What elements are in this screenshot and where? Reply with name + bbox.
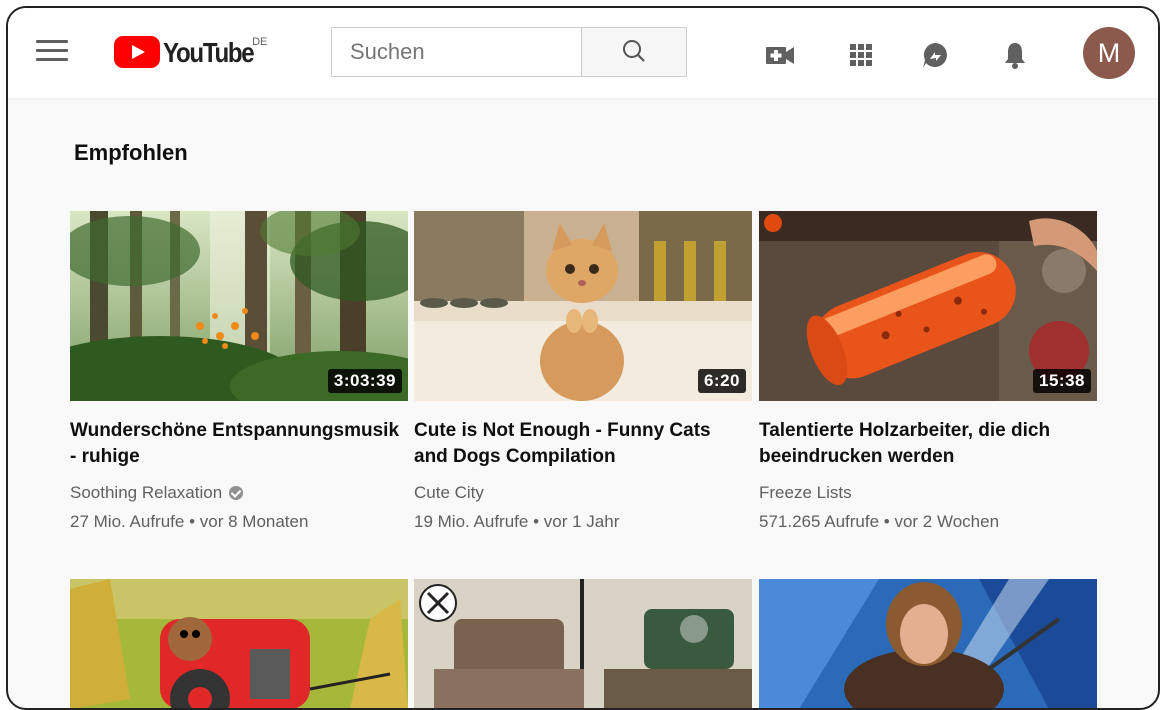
logo-text: YouTube bbox=[163, 37, 255, 68]
channel-name[interactable]: Freeze Lists bbox=[759, 483, 1097, 503]
masthead: YouTube DE Suchen M bbox=[8, 8, 1158, 98]
view-count: 27 Mio. Aufrufe bbox=[70, 512, 185, 531]
upload-age: vor 8 Monaten bbox=[199, 512, 309, 531]
meta-separator: • bbox=[883, 512, 890, 531]
video-duration: 6:20 bbox=[697, 369, 746, 393]
video-camera-plus-icon[interactable] bbox=[763, 38, 797, 72]
channel-name-label: Cute City bbox=[414, 483, 484, 502]
video-card[interactable]: 6:20 Cute is Not Enough - Funny Cats and… bbox=[414, 211, 752, 532]
meta-separator: • bbox=[533, 512, 540, 531]
forest-thumbnail[interactable]: 3:03:39 bbox=[70, 211, 408, 401]
view-count: 19 Mio. Aufrufe bbox=[414, 512, 529, 531]
video-title[interactable]: Wunderschöne Entspannungsmusik - ruhige bbox=[70, 418, 400, 470]
video-duration: 15:38 bbox=[1033, 369, 1091, 393]
video-card[interactable]: 15:38 Talentierte Holzarbeiter, die dich… bbox=[759, 211, 1097, 532]
apps-grid-icon[interactable] bbox=[844, 38, 878, 72]
channel-name[interactable]: Soothing Relaxation bbox=[70, 483, 408, 503]
section-title: Empfohlen bbox=[74, 140, 188, 165]
resin-wood-thumbnail[interactable]: 15:38 bbox=[759, 211, 1097, 401]
youtube-logo[interactable]: YouTube DE bbox=[114, 36, 267, 70]
upload-age: vor 2 Wochen bbox=[894, 512, 1000, 531]
hamburger-menu-icon[interactable] bbox=[36, 40, 68, 68]
verified-badge-icon bbox=[229, 486, 244, 500]
messages-icon[interactable] bbox=[918, 38, 952, 72]
channel-name[interactable]: Cute City bbox=[414, 483, 752, 503]
video-meta: 571.265 Aufrufe • vor 2 Wochen bbox=[759, 512, 1097, 532]
youtube-play-icon bbox=[114, 36, 160, 68]
avatar[interactable]: M bbox=[1083, 27, 1135, 79]
video-title[interactable]: Cute is Not Enough - Funny Cats and Dogs… bbox=[414, 418, 744, 470]
search-button[interactable] bbox=[581, 27, 687, 77]
video-meta: 27 Mio. Aufrufe • vor 8 Monaten bbox=[70, 512, 408, 532]
kitten-thumbnail[interactable]: 6:20 bbox=[414, 211, 752, 401]
browser-frame: YouTube DE Suchen M Empfohlen 3:03:39 Wu… bbox=[6, 6, 1160, 710]
bell-icon[interactable] bbox=[998, 38, 1032, 72]
channel-name-label: Freeze Lists bbox=[759, 483, 852, 502]
search-input[interactable] bbox=[331, 27, 581, 77]
upload-age: vor 1 Jahr bbox=[543, 512, 620, 531]
meta-separator: • bbox=[189, 512, 196, 531]
view-count: 571.265 Aufrufe bbox=[759, 512, 880, 531]
video-duration: 3:03:39 bbox=[327, 369, 402, 393]
search-icon bbox=[623, 40, 645, 62]
video-card[interactable]: 3:03:39 Wunderschöne Entspannungsmusik -… bbox=[70, 211, 408, 532]
video-title[interactable]: Talentierte Holzarbeiter, die dich beein… bbox=[759, 418, 1089, 470]
logo-region-code: DE bbox=[252, 36, 268, 48]
channel-name-label: Soothing Relaxation bbox=[70, 483, 223, 502]
video-meta: 19 Mio. Aufrufe • vor 1 Jahr bbox=[414, 512, 752, 532]
